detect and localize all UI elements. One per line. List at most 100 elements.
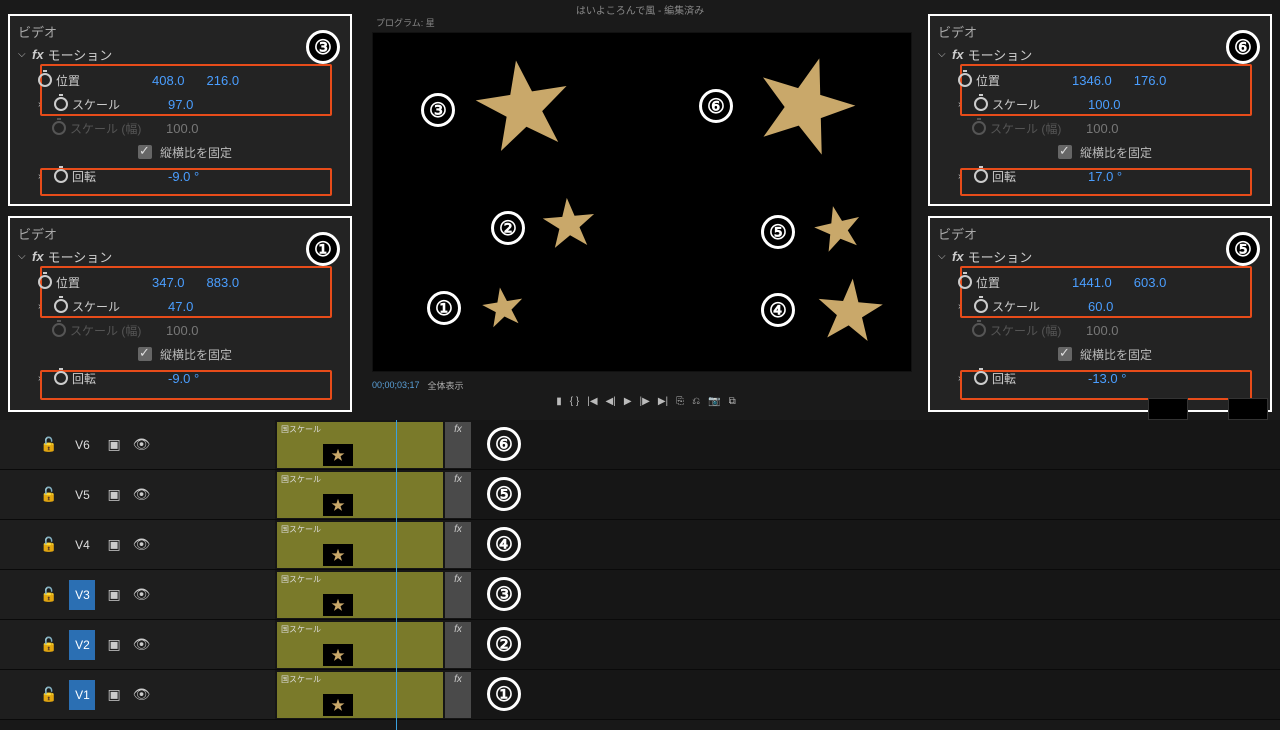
toggle-output-icon[interactable]: ▣: [107, 636, 120, 653]
stopwatch-icon[interactable]: [54, 299, 68, 313]
playhead[interactable]: [396, 420, 397, 730]
checkbox-icon[interactable]: [1058, 347, 1072, 361]
star-5[interactable]: [813, 203, 863, 253]
star-3[interactable]: [473, 55, 573, 155]
star-4[interactable]: [815, 275, 885, 345]
lock-icon[interactable]: 🔓: [40, 536, 57, 553]
fx-segment[interactable]: fx: [445, 422, 471, 468]
toggle-output-icon[interactable]: ▣: [107, 436, 120, 453]
track-label[interactable]: V2: [69, 630, 95, 660]
extract-icon[interactable]: ⎌: [692, 396, 700, 407]
star-6[interactable]: [753, 51, 858, 156]
twirl-down-icon[interactable]: ⌵: [938, 49, 948, 60]
lock-icon[interactable]: 🔓: [40, 436, 57, 453]
clip[interactable]: 国スケール: [277, 622, 443, 668]
track-label[interactable]: V5: [69, 480, 95, 510]
aspect-lock-row[interactable]: 縦横比を固定: [18, 140, 342, 164]
stopwatch-icon[interactable]: [54, 169, 68, 183]
step-fwd-icon[interactable]: |▶: [640, 396, 650, 407]
toggle-output-icon[interactable]: ▣: [107, 686, 120, 703]
lock-icon[interactable]: 🔓: [40, 586, 57, 603]
eye-icon[interactable]: 👁: [133, 686, 151, 703]
star-2[interactable]: [541, 195, 597, 251]
stopwatch-icon[interactable]: [974, 97, 988, 111]
clip-area[interactable]: 国スケールfx⑥: [275, 420, 1280, 469]
go-to-out-icon[interactable]: ▶|: [658, 396, 668, 407]
clip[interactable]: 国スケール: [277, 672, 443, 718]
track-label[interactable]: V3: [69, 580, 95, 610]
export-frame-icon[interactable]: 📷: [708, 396, 720, 407]
play-icon[interactable]: ▶: [624, 396, 632, 407]
eye-icon[interactable]: 👁: [133, 486, 151, 503]
toggle-output-icon[interactable]: ▣: [107, 486, 120, 503]
aspect-lock-row[interactable]: 縦横比を固定: [18, 342, 342, 366]
lock-icon[interactable]: 🔓: [40, 686, 57, 703]
clip-area[interactable]: 国スケールfx⑤: [275, 470, 1280, 519]
eye-icon[interactable]: 👁: [133, 436, 151, 453]
canvas-badge-6: ⑥: [699, 89, 733, 123]
highlight-box: [40, 370, 332, 400]
stopwatch-icon[interactable]: [974, 299, 988, 313]
twirl-down-icon[interactable]: ⌵: [18, 49, 28, 60]
step-back-icon[interactable]: ◀|: [606, 396, 616, 407]
clip-area[interactable]: 国スケールfx③: [275, 570, 1280, 619]
track-label[interactable]: V6: [69, 430, 95, 460]
clip[interactable]: 国スケール: [277, 472, 443, 518]
stopwatch-icon: [52, 121, 66, 135]
stopwatch-icon[interactable]: [54, 371, 68, 385]
fx-segment[interactable]: fx: [445, 472, 471, 518]
go-to-in-icon[interactable]: |◀: [587, 396, 597, 407]
lock-icon[interactable]: 🔓: [40, 486, 57, 503]
toggle-output-icon[interactable]: ▣: [107, 536, 120, 553]
aspect-lock-row[interactable]: 縦横比を固定: [938, 342, 1262, 366]
stopwatch-icon[interactable]: [974, 169, 988, 183]
fx-segment[interactable]: fx: [445, 572, 471, 618]
track-label[interactable]: V4: [69, 530, 95, 560]
fx-segment[interactable]: fx: [445, 522, 471, 568]
comparison-icon[interactable]: ⧉: [729, 396, 736, 407]
checkbox-icon[interactable]: [138, 347, 152, 361]
lift-icon[interactable]: ⎘: [676, 396, 684, 407]
checkbox-icon[interactable]: [1058, 145, 1072, 159]
track-header: 🔓 V2 ▣ 👁: [0, 620, 275, 669]
motion-row[interactable]: ⌵fxモーション: [938, 247, 1262, 266]
motion-row[interactable]: ⌵fxモーション: [18, 247, 342, 266]
twirl-down-icon[interactable]: ⌵: [938, 251, 948, 262]
clip-area[interactable]: 国スケールfx①: [275, 670, 1280, 719]
track-label[interactable]: V1: [69, 680, 95, 710]
clip[interactable]: 国スケール: [277, 572, 443, 618]
lock-icon[interactable]: 🔓: [40, 636, 57, 653]
mark-out-icon[interactable]: { }: [570, 396, 579, 407]
fx-segment[interactable]: fx: [445, 672, 471, 718]
star-1[interactable]: [481, 285, 525, 329]
clip[interactable]: 国スケール: [277, 422, 443, 468]
zoom-level[interactable]: 全体表示: [428, 379, 464, 392]
stopwatch-icon[interactable]: [38, 275, 52, 289]
toggle-output-icon[interactable]: ▣: [107, 586, 120, 603]
fx-segment[interactable]: fx: [445, 622, 471, 668]
eye-icon[interactable]: 👁: [133, 636, 151, 653]
effect-controls-panel-1: ビデオ ⌵fxモーション 位置347.0883.0 ›スケール47.0 スケール…: [8, 216, 352, 412]
stopwatch-icon[interactable]: [958, 275, 972, 289]
clip-thumbnail: [323, 544, 353, 566]
panel-badge-3: ③: [306, 30, 340, 64]
program-tab[interactable]: プログラム: 星: [372, 14, 920, 30]
clip-area[interactable]: 国スケールfx④: [275, 520, 1280, 569]
stopwatch-icon[interactable]: [38, 73, 52, 87]
mark-in-icon[interactable]: ▮: [556, 396, 562, 407]
program-canvas[interactable]: ③ ⑥ ② ⑤ ① ④: [372, 32, 912, 372]
stopwatch-icon[interactable]: [54, 97, 68, 111]
timecode[interactable]: 00;00;03;17: [372, 380, 420, 390]
motion-row[interactable]: ⌵fxモーション: [938, 45, 1262, 64]
motion-row[interactable]: ⌵fxモーション: [18, 45, 342, 64]
stopwatch-icon[interactable]: [974, 371, 988, 385]
checkbox-icon[interactable]: [138, 145, 152, 159]
clip[interactable]: 国スケール: [277, 522, 443, 568]
stopwatch-icon[interactable]: [958, 73, 972, 87]
twirl-down-icon[interactable]: ⌵: [18, 251, 28, 262]
clip-area[interactable]: 国スケールfx②: [275, 620, 1280, 669]
aspect-lock-row[interactable]: 縦横比を固定: [938, 140, 1262, 164]
scale-w-label: スケール (幅): [990, 120, 1082, 137]
eye-icon[interactable]: 👁: [133, 586, 151, 603]
eye-icon[interactable]: 👁: [133, 536, 151, 553]
